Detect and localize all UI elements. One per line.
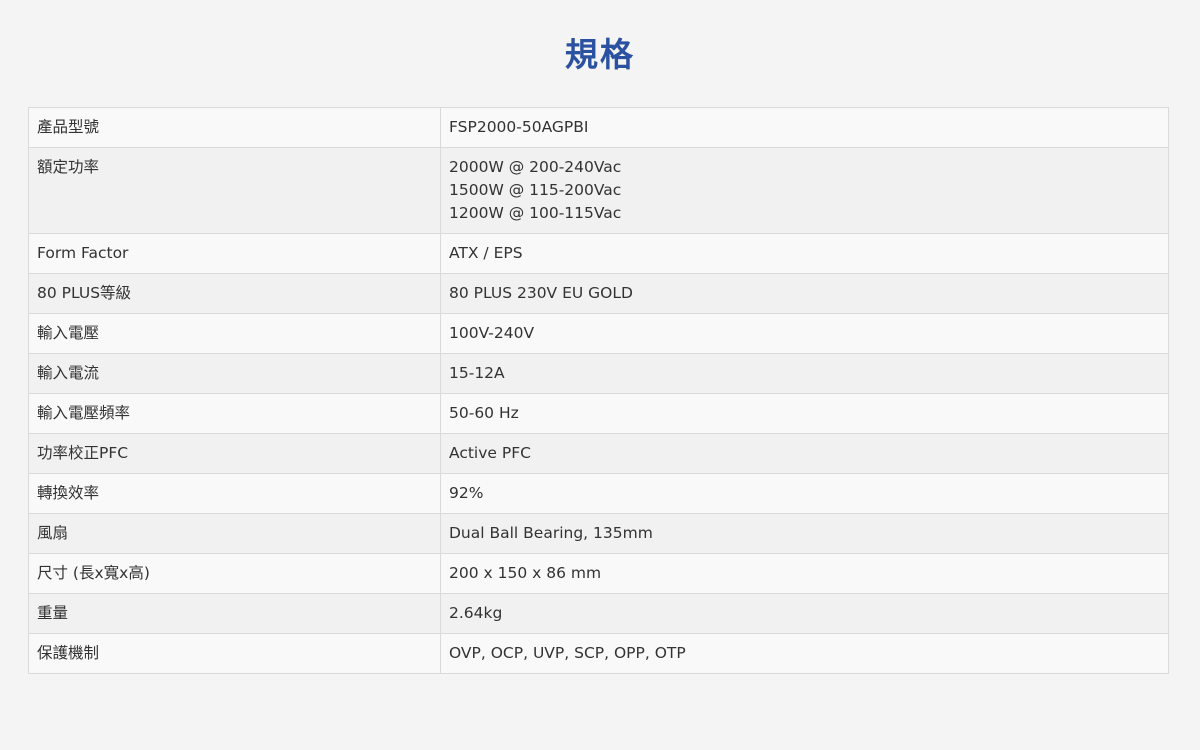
spec-value: FSP2000-50AGPBI xyxy=(440,107,1169,148)
table-row: 保護機制 OVP, OCP, UVP, SCP, OPP, OTP xyxy=(28,633,1169,674)
spec-value: 50-60 Hz xyxy=(440,393,1169,434)
spec-value: ATX / EPS xyxy=(440,233,1169,274)
table-row: 80 PLUS等級 80 PLUS 230V EU GOLD xyxy=(28,273,1169,314)
spec-value: 2.64kg xyxy=(440,593,1169,634)
spec-label: 輸入電壓 xyxy=(28,313,441,354)
spec-label: 產品型號 xyxy=(28,107,441,148)
spec-label: 轉換效率 xyxy=(28,473,441,514)
table-row: Form Factor ATX / EPS xyxy=(28,233,1169,274)
spec-label: 風扇 xyxy=(28,513,441,554)
spec-table-body: 產品型號 FSP2000-50AGPBI 額定功率 2000W @ 200-240Va… xyxy=(28,107,1169,674)
spec-value-line: Active PFC xyxy=(449,444,531,462)
table-row: 風扇 Dual Ball Bearing, 135mm xyxy=(28,513,1169,554)
table-row: 額定功率 2000W @ 200-240Vac 1500W @ 115-200Vac… xyxy=(28,147,1169,234)
spec-value: Active PFC xyxy=(440,433,1169,474)
spec-value: 100V-240V xyxy=(440,313,1169,354)
spec-value-line: 50-60 Hz xyxy=(449,404,519,422)
spec-value-line: Dual Ball Bearing, 135mm xyxy=(449,524,653,542)
table-row: 輸入電壓頻率 50-60 Hz xyxy=(28,393,1169,434)
spec-value-line: 1200W @ 100-115Vac xyxy=(449,204,622,222)
table-row: 輸入電壓 100V-240V xyxy=(28,313,1169,354)
spec-table: 產品型號 FSP2000-50AGPBI 額定功率 2000W @ 200-240Va… xyxy=(28,107,1169,674)
spec-value: OVP, OCP, UVP, SCP, OPP, OTP xyxy=(440,633,1169,674)
table-row: 尺寸 (長x寬x高) 200 x 150 x 86 mm xyxy=(28,553,1169,594)
spec-label: 額定功率 xyxy=(28,147,441,234)
spec-value-line: FSP2000-50AGPBI xyxy=(449,118,589,136)
spec-value-line: 92% xyxy=(449,484,484,502)
spec-value-line: 1500W @ 115-200Vac xyxy=(449,181,622,199)
spec-value-line: 80 PLUS 230V EU GOLD xyxy=(449,284,633,302)
spec-value-line: OVP, OCP, UVP, SCP, OPP, OTP xyxy=(449,644,686,662)
spec-value-line: 100V-240V xyxy=(449,324,535,342)
spec-label: Form Factor xyxy=(28,233,441,274)
spec-label: 功率校正PFC xyxy=(28,433,441,474)
table-row: 產品型號 FSP2000-50AGPBI xyxy=(28,107,1169,148)
spec-value: 92% xyxy=(440,473,1169,514)
spec-value: Dual Ball Bearing, 135mm xyxy=(440,513,1169,554)
spec-label: 輸入電壓頻率 xyxy=(28,393,441,434)
spec-value: 15-12A xyxy=(440,353,1169,394)
page-title: 規格 xyxy=(565,35,635,74)
spec-value: 80 PLUS 230V EU GOLD xyxy=(440,273,1169,314)
spec-value: 2000W @ 200-240Vac 1500W @ 115-200Vac 1200… xyxy=(440,147,1169,234)
spec-value-line: 15-12A xyxy=(449,364,505,382)
spec-page: 規格 產品型號 FSP2000-50AGPBI 額定功率 2000W @ 200-24… xyxy=(0,0,1200,750)
spec-label: 保護機制 xyxy=(28,633,441,674)
table-row: 轉換效率 92% xyxy=(28,473,1169,514)
spec-label: 輸入電流 xyxy=(28,353,441,394)
spec-label: 尺寸 (長x寬x高) xyxy=(28,553,441,594)
spec-value-line: 2.64kg xyxy=(449,604,503,622)
spec-label: 80 PLUS等級 xyxy=(28,273,441,314)
table-row: 輸入電流 15-12A xyxy=(28,353,1169,394)
spec-value-line: 200 x 150 x 86 mm xyxy=(449,564,602,582)
spec-value-line: 2000W @ 200-240Vac xyxy=(449,158,622,176)
table-row: 功率校正PFC Active PFC xyxy=(28,433,1169,474)
spec-value: 200 x 150 x 86 mm xyxy=(440,553,1169,594)
spec-label: 重量 xyxy=(28,593,441,634)
spec-value-line: ATX / EPS xyxy=(449,244,523,262)
table-row: 重量 2.64kg xyxy=(28,593,1169,634)
